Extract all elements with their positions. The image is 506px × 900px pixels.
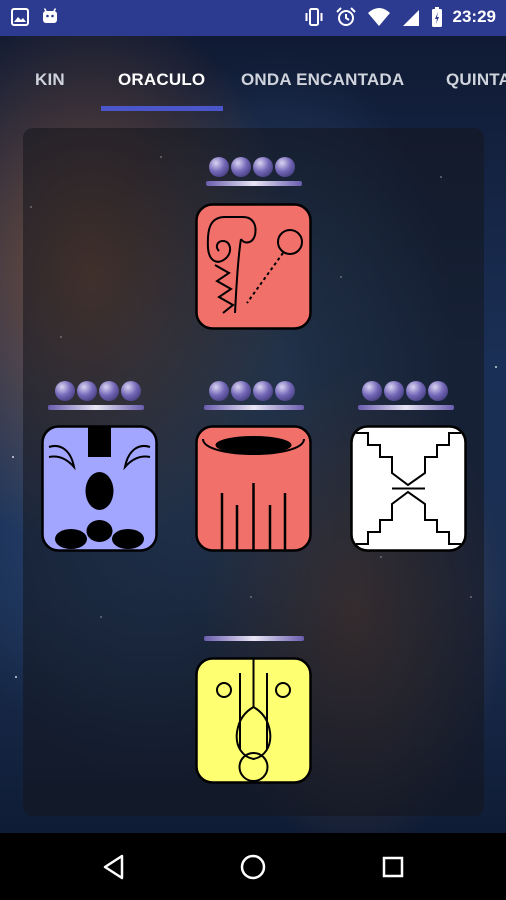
back-icon <box>103 854 124 880</box>
occult-tone-bar <box>204 636 304 641</box>
tab-quinta[interactable]: QUINTA <box>446 70 506 90</box>
signal-icon <box>402 10 419 26</box>
status-time: 23:29 <box>452 7 496 26</box>
guide-tone-dots <box>209 157 295 177</box>
tab-kin[interactable]: KIN <box>35 70 65 90</box>
tab-onda-encantada[interactable]: ONDA ENCANTADA <box>241 70 404 90</box>
guide-seal-glyph[interactable] <box>195 203 312 330</box>
vibrate-icon <box>305 8 323 26</box>
guide-tone-bar <box>206 181 302 186</box>
recents-icon <box>382 856 404 878</box>
tab-indicator <box>101 106 223 111</box>
home-icon <box>240 854 266 880</box>
app-content: KIN ORACULO ONDA ENCANTADA QUINTA <box>0 36 506 833</box>
tab-oraculo[interactable]: ORACULO <box>118 70 205 90</box>
antipode-tone-bar <box>358 405 454 410</box>
destiny-seal-glyph[interactable] <box>195 425 312 552</box>
antipode-tone-dots <box>362 381 448 401</box>
antipode-seal-glyph[interactable] <box>350 425 467 552</box>
destiny-tone-bar <box>204 405 304 410</box>
tab-bar: KIN ORACULO ONDA ENCANTADA QUINTA <box>0 36 506 114</box>
system-nav-bar <box>0 833 506 900</box>
occult-seal-glyph[interactable] <box>195 657 312 784</box>
analog-tone-bar <box>48 405 144 410</box>
analog-tone-dots <box>55 381 141 401</box>
wifi-icon <box>367 8 390 26</box>
status-bar: 23:29 <box>0 0 506 36</box>
back-button[interactable] <box>92 845 136 889</box>
recents-button[interactable] <box>371 845 415 889</box>
android-icon <box>43 8 57 23</box>
home-button[interactable] <box>231 845 275 889</box>
destiny-tone-dots <box>209 381 295 401</box>
battery-icon <box>431 7 442 27</box>
alarm-icon <box>335 7 356 26</box>
image-icon <box>11 8 29 26</box>
analog-seal-glyph[interactable] <box>41 425 158 552</box>
